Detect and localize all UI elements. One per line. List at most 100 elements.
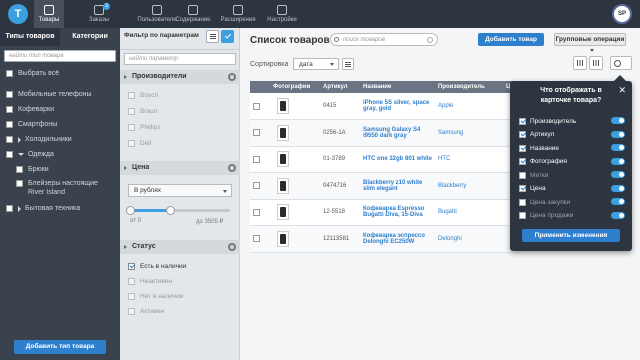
row-checkbox[interactable] xyxy=(253,208,260,216)
filter-option-active[interactable]: Активен xyxy=(128,308,164,315)
app-logo[interactable]: T xyxy=(8,4,28,24)
popup-option[interactable]: Цена продажи xyxy=(519,210,625,222)
checkbox[interactable] xyxy=(128,92,135,99)
sidebar-item-mobile[interactable]: Мобильные телефоны xyxy=(0,87,120,102)
nav-settings[interactable]: Настройки xyxy=(262,0,302,28)
sidebar-item-appliances[interactable]: Бытовая техника xyxy=(0,201,120,216)
row-checkbox[interactable] xyxy=(253,102,260,110)
row-manufacturer[interactable]: Delonghi xyxy=(435,225,503,253)
row-manufacturer[interactable]: Blackberry xyxy=(435,172,503,200)
sidebar-item-smartphones[interactable]: Смартфоны xyxy=(0,117,120,132)
checkbox[interactable] xyxy=(6,205,13,212)
filter-option-out-of-stock[interactable]: Нет в наличии xyxy=(128,293,183,300)
currency-select[interactable]: В рублях xyxy=(128,184,232,197)
filter-option-bosch[interactable]: Bosch xyxy=(128,92,158,99)
manufacturer-section-header[interactable]: Производители xyxy=(120,70,240,84)
table-view-icon[interactable] xyxy=(573,56,587,70)
product-thumbnail[interactable] xyxy=(277,230,289,247)
checkbox[interactable] xyxy=(6,106,13,113)
toggle-switch[interactable] xyxy=(611,144,625,151)
product-name-link[interactable]: HTC one 32gb 801 white xyxy=(363,156,432,162)
checkbox[interactable] xyxy=(6,151,13,158)
toggle-switch[interactable] xyxy=(611,184,625,192)
checkbox-checked[interactable] xyxy=(519,144,526,152)
column-header-sku[interactable]: Артикул xyxy=(320,81,360,93)
popup-option[interactable]: Артикул xyxy=(519,129,625,141)
type-search-input[interactable]: найти тип товара xyxy=(4,50,116,62)
nav-products[interactable]: Товары xyxy=(34,0,64,28)
avatar[interactable]: SP xyxy=(612,4,632,24)
checkbox[interactable] xyxy=(128,108,135,115)
parameter-search-input[interactable]: найти параметр xyxy=(124,53,236,65)
row-manufacturer[interactable]: Apple xyxy=(435,93,503,120)
checkbox[interactable] xyxy=(128,140,135,147)
sort-select[interactable]: дата xyxy=(293,58,339,70)
toggle-switch[interactable] xyxy=(611,117,625,124)
sidebar-item-fridges[interactable]: Холодильники xyxy=(0,132,120,147)
product-name-link[interactable]: Кофеварка эспрессо Delonghi EC250W xyxy=(363,233,425,245)
row-manufacturer[interactable]: HTC xyxy=(435,146,503,173)
checkbox[interactable] xyxy=(6,121,13,128)
sidebar-item-coffee[interactable]: Кофеварки xyxy=(0,102,120,117)
sort-direction-icon[interactable] xyxy=(342,58,354,70)
chevron-down-icon[interactable] xyxy=(427,37,433,43)
toggle-switch[interactable] xyxy=(611,130,625,138)
collapse-icon[interactable] xyxy=(18,153,24,156)
product-name-link[interactable]: Blackberry z10 white slim elegant xyxy=(363,180,422,192)
checkbox[interactable] xyxy=(128,278,135,285)
nav-orders[interactable]: 3 Заказы xyxy=(82,0,116,28)
filter-option-braun[interactable]: Braun xyxy=(128,108,157,115)
checkbox[interactable] xyxy=(519,171,526,179)
filter-option-inactive[interactable]: Неактивен xyxy=(128,278,172,285)
close-icon[interactable]: ✕ xyxy=(618,86,626,95)
gear-icon[interactable] xyxy=(228,164,236,172)
select-all[interactable]: Выбрать всё xyxy=(0,66,120,81)
filter-option-phillips[interactable]: Phillips xyxy=(128,124,161,131)
table-row[interactable]: 0415 iPhone 5S silver, space gray, gold Ap… xyxy=(250,93,520,120)
checkbox[interactable] xyxy=(128,308,135,315)
checkbox[interactable] xyxy=(128,124,135,131)
check-icon[interactable] xyxy=(221,30,234,43)
product-thumbnail[interactable] xyxy=(277,204,289,221)
sidebar-item-clothes[interactable]: Одежда xyxy=(0,147,120,162)
product-search-input[interactable]: поиск товаров xyxy=(330,33,438,46)
checkbox[interactable] xyxy=(16,180,23,187)
product-thumbnail[interactable] xyxy=(277,151,289,168)
sidebar-item-trousers[interactable]: Брюки xyxy=(0,162,120,177)
grid-view-icon[interactable] xyxy=(589,56,603,70)
slider-handle-min[interactable] xyxy=(126,206,135,215)
price-section-header[interactable]: Цена xyxy=(120,161,240,175)
add-product-button[interactable]: Добавить товар xyxy=(478,33,544,46)
group-operations-button[interactable]: Групповые операции xyxy=(554,33,626,52)
checkbox-checked[interactable] xyxy=(519,117,526,125)
checkbox-checked[interactable] xyxy=(519,158,526,165)
list-view-icon[interactable] xyxy=(206,30,219,43)
gear-icon[interactable] xyxy=(228,73,236,81)
checkbox[interactable] xyxy=(128,293,135,300)
tab-categories[interactable]: Категории xyxy=(60,28,120,46)
settings-gear-icon[interactable] xyxy=(610,56,632,70)
checkbox-checked[interactable] xyxy=(128,263,135,270)
popup-option[interactable]: Цена закупки xyxy=(519,196,625,208)
row-manufacturer[interactable]: Bugatti xyxy=(435,199,503,226)
table-row[interactable]: 12-5518 Кофеварка Espresso Bugatti Diva, … xyxy=(250,199,520,226)
checkbox-checked[interactable] xyxy=(519,185,526,192)
product-name-link[interactable]: Кофеварка Espresso Bugatti Diva, 15-Diva xyxy=(363,206,424,218)
toggle-switch[interactable] xyxy=(611,171,625,178)
checkbox[interactable] xyxy=(519,212,526,219)
product-thumbnail[interactable] xyxy=(277,177,289,194)
checkbox[interactable] xyxy=(6,91,13,98)
nav-extensions[interactable]: Расширения xyxy=(216,0,260,28)
row-checkbox[interactable] xyxy=(253,235,260,243)
checkbox[interactable] xyxy=(519,198,526,206)
popup-option[interactable]: Фотография xyxy=(519,156,625,168)
expand-icon[interactable] xyxy=(18,136,21,143)
status-section-header[interactable]: Статус xyxy=(120,240,240,254)
row-checkbox[interactable] xyxy=(253,129,260,137)
product-name-link[interactable]: iPhone 5S silver, space gray, gold xyxy=(363,100,429,112)
row-manufacturer[interactable]: Samsung xyxy=(435,119,503,147)
toggle-switch[interactable] xyxy=(611,157,625,165)
product-thumbnail[interactable] xyxy=(277,124,289,141)
filter-option-dell[interactable]: Dell xyxy=(128,140,151,147)
nav-content[interactable]: Содержание xyxy=(172,0,214,28)
